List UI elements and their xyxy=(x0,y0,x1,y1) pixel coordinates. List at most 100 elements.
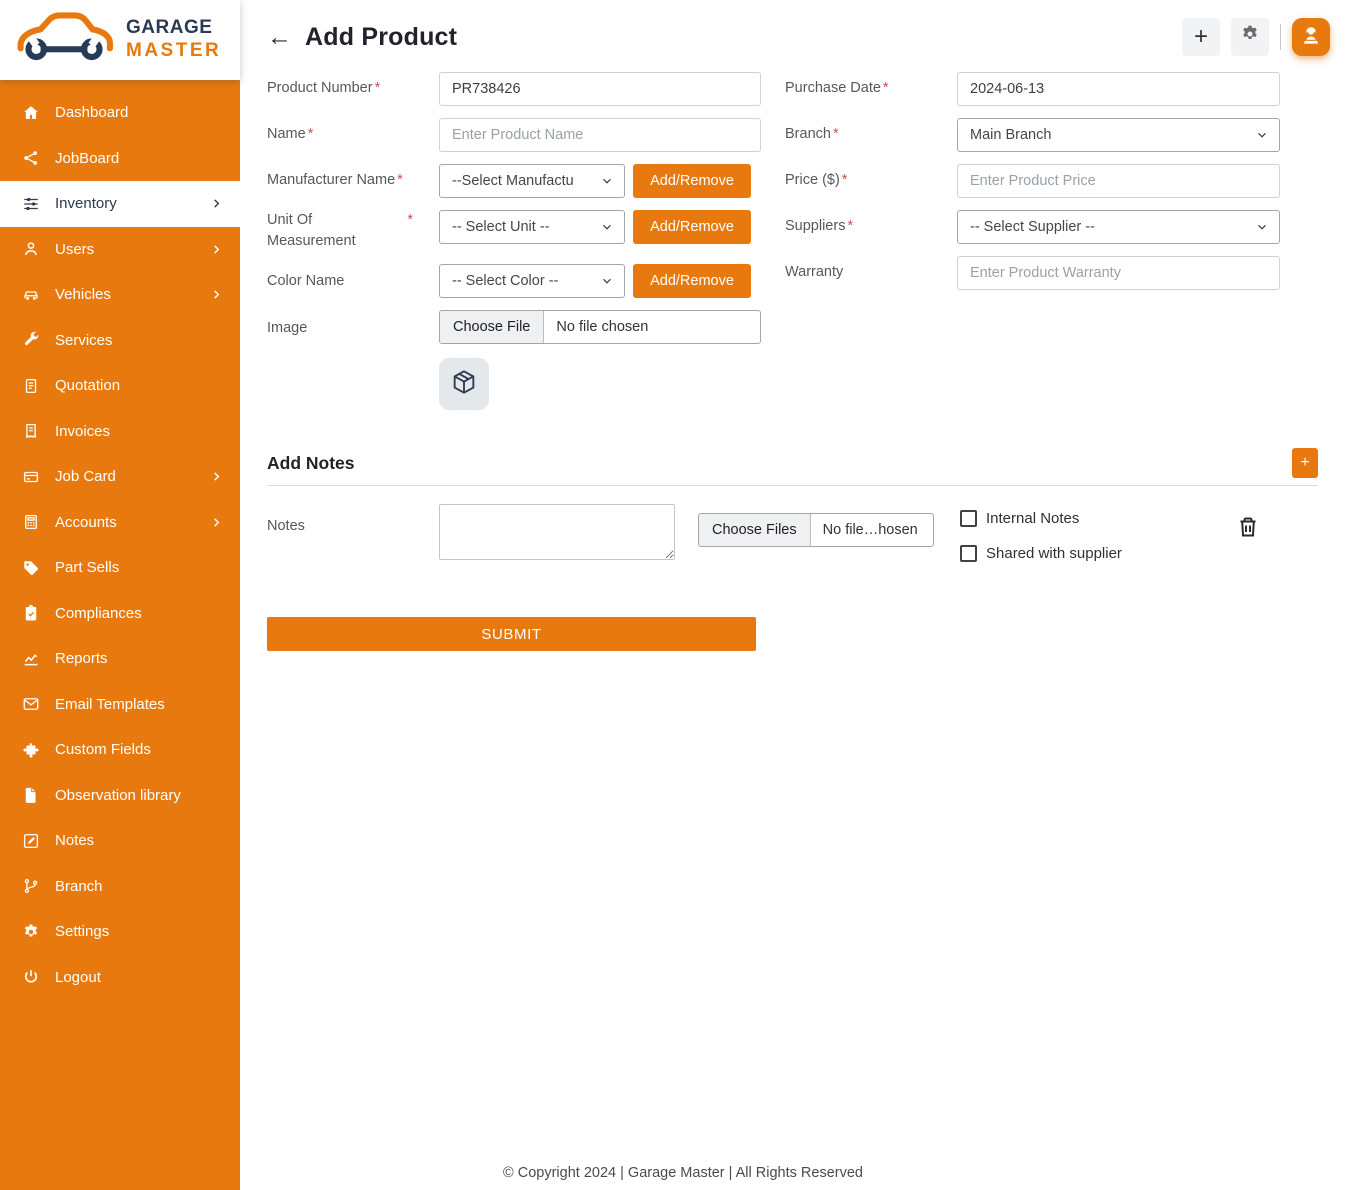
brand-name: GARAGE MASTER xyxy=(126,17,221,63)
color-select[interactable]: -- Select Color -- xyxy=(439,264,625,298)
document-icon xyxy=(22,377,40,395)
sidebar-item-label: Observation library xyxy=(55,787,181,804)
suppliers-select[interactable]: -- Select Supplier -- xyxy=(957,210,1280,244)
product-name-input[interactable] xyxy=(439,118,761,152)
price-label: Price ($)* xyxy=(785,170,957,191)
choose-file-button[interactable]: Choose File xyxy=(440,311,544,343)
sidebar-item-label: Quotation xyxy=(55,377,120,394)
car-wrench-icon xyxy=(12,10,116,71)
product-number-label: Product Number* xyxy=(267,78,439,99)
product-number-row: Product Number* xyxy=(267,72,761,106)
unit-add-remove-button[interactable]: Add/Remove xyxy=(633,210,751,244)
sidebar-item-reports[interactable]: Reports xyxy=(0,636,240,682)
user-icon xyxy=(22,240,40,258)
sidebar-item-label: Part Sells xyxy=(55,559,119,576)
sidebar-item-dashboard[interactable]: Dashboard xyxy=(0,90,240,136)
add-note-button[interactable]: + xyxy=(1292,448,1318,478)
shared-with-supplier-checkbox[interactable] xyxy=(960,545,977,562)
add-notes-section: Add Notes + Notes Choose Files No file…h… xyxy=(267,448,1318,562)
required-asterisk: * xyxy=(407,210,413,252)
brand-line2: MASTER xyxy=(126,40,221,63)
brand-line1: GARAGE xyxy=(126,17,221,40)
submit-button[interactable]: SUBMIT xyxy=(267,617,756,651)
sidebar-item-settings[interactable]: Settings xyxy=(0,909,240,955)
sidebar-item-part-sells[interactable]: Part Sells xyxy=(0,545,240,591)
warranty-label: Warranty xyxy=(785,262,957,283)
sidebar-item-compliances[interactable]: Compliances xyxy=(0,591,240,637)
required-asterisk: * xyxy=(883,80,889,96)
sidebar-item-inventory[interactable]: Inventory xyxy=(0,181,240,227)
manufacturer-select[interactable]: --Select Manufactu xyxy=(439,164,625,198)
sidebar-item-services[interactable]: Services xyxy=(0,318,240,364)
note-file-input[interactable]: Choose Files No file…hosen xyxy=(698,513,934,547)
sidebar-item-label: Job Card xyxy=(55,468,116,485)
sidebar-item-vehicles[interactable]: Vehicles xyxy=(0,272,240,318)
sidebar-item-logout[interactable]: Logout xyxy=(0,955,240,1001)
sidebar-item-job-card[interactable]: Job Card xyxy=(0,454,240,500)
image-label: Image xyxy=(267,310,439,339)
sidebar-item-jobboard[interactable]: JobBoard xyxy=(0,136,240,182)
suppliers-label: Suppliers* xyxy=(785,216,957,237)
chevron-down-icon xyxy=(600,174,614,188)
back-arrow[interactable]: ← xyxy=(267,25,292,50)
card-icon xyxy=(22,468,40,486)
sidebar-item-custom-fields[interactable]: Custom Fields xyxy=(0,727,240,773)
color-name-label: Color Name xyxy=(267,271,439,292)
name-row: Name* xyxy=(267,118,761,152)
sidebar-item-email-templates[interactable]: Email Templates xyxy=(0,682,240,728)
sidebar-item-observation-library[interactable]: Observation library xyxy=(0,773,240,819)
form-right-column: Purchase Date* Branch* Main Branch Price… xyxy=(785,72,1280,422)
required-asterisk: * xyxy=(308,126,314,142)
sidebar-item-branch[interactable]: Branch xyxy=(0,864,240,910)
sidebar-item-label: Branch xyxy=(55,878,103,895)
brand-logo: GARAGE MASTER xyxy=(0,0,240,80)
choose-files-button[interactable]: Choose Files xyxy=(699,514,811,546)
sidebar: GARAGE MASTER Dashboard JobBoard Invento… xyxy=(0,0,240,1190)
image-file-input[interactable]: Choose File No file chosen xyxy=(439,310,761,344)
chevron-down-icon xyxy=(1255,220,1269,234)
purchase-date-input[interactable] xyxy=(957,72,1280,106)
notes-label: Notes xyxy=(267,504,439,537)
branch-select[interactable]: Main Branch xyxy=(957,118,1280,152)
note-file-status-text: No file…hosen xyxy=(811,514,930,546)
internal-notes-checkbox[interactable] xyxy=(960,510,977,527)
color-name-row: Color Name -- Select Color -- Add/Remove xyxy=(267,264,761,298)
unit-of-measurement-row: Unit Of Measurement* -- Select Unit -- A… xyxy=(267,210,761,252)
sidebar-item-quotation[interactable]: Quotation xyxy=(0,363,240,409)
purchase-date-row: Purchase Date* xyxy=(785,72,1280,106)
delete-note-button[interactable] xyxy=(1236,514,1260,543)
footer-text: © Copyright 2024 | Garage Master | All R… xyxy=(0,1165,1366,1181)
price-input[interactable] xyxy=(957,164,1280,198)
required-asterisk: * xyxy=(833,126,839,142)
unit-select[interactable]: -- Select Unit -- xyxy=(439,210,625,244)
warranty-input[interactable] xyxy=(957,256,1280,290)
main-content: ← Add Product + Product Number* xyxy=(240,0,1366,1190)
settings-button[interactable] xyxy=(1231,18,1269,56)
page-title: Add Product xyxy=(305,23,457,52)
gear-icon xyxy=(1240,23,1260,51)
sidebar-item-invoices[interactable]: Invoices xyxy=(0,409,240,455)
sidebar-item-users[interactable]: Users xyxy=(0,227,240,273)
sidebar-item-label: Compliances xyxy=(55,605,142,622)
support-person-icon xyxy=(1299,24,1323,51)
shared-with-supplier-option[interactable]: Shared with supplier xyxy=(960,545,1122,562)
note-textarea[interactable] xyxy=(439,504,675,560)
package-icon xyxy=(450,368,478,401)
profile-button[interactable] xyxy=(1292,18,1330,56)
manufacturer-add-remove-button[interactable]: Add/Remove xyxy=(633,164,751,198)
required-asterisk: * xyxy=(397,172,403,188)
chevron-down-icon xyxy=(600,220,614,234)
home-icon xyxy=(22,104,40,122)
internal-notes-option[interactable]: Internal Notes xyxy=(960,510,1122,527)
sidebar-item-accounts[interactable]: Accounts xyxy=(0,500,240,546)
clipboard-check-icon xyxy=(22,604,40,622)
file-status-text: No file chosen xyxy=(544,311,660,343)
puzzle-icon xyxy=(22,741,40,759)
sidebar-item-notes[interactable]: Notes xyxy=(0,818,240,864)
color-add-remove-button[interactable]: Add/Remove xyxy=(633,264,751,298)
add-button[interactable]: + xyxy=(1182,18,1220,56)
topbar: ← Add Product + xyxy=(240,0,1366,58)
product-number-input[interactable] xyxy=(439,72,761,106)
sidebar-item-label: Services xyxy=(55,332,113,349)
share-nodes-icon xyxy=(22,149,40,167)
